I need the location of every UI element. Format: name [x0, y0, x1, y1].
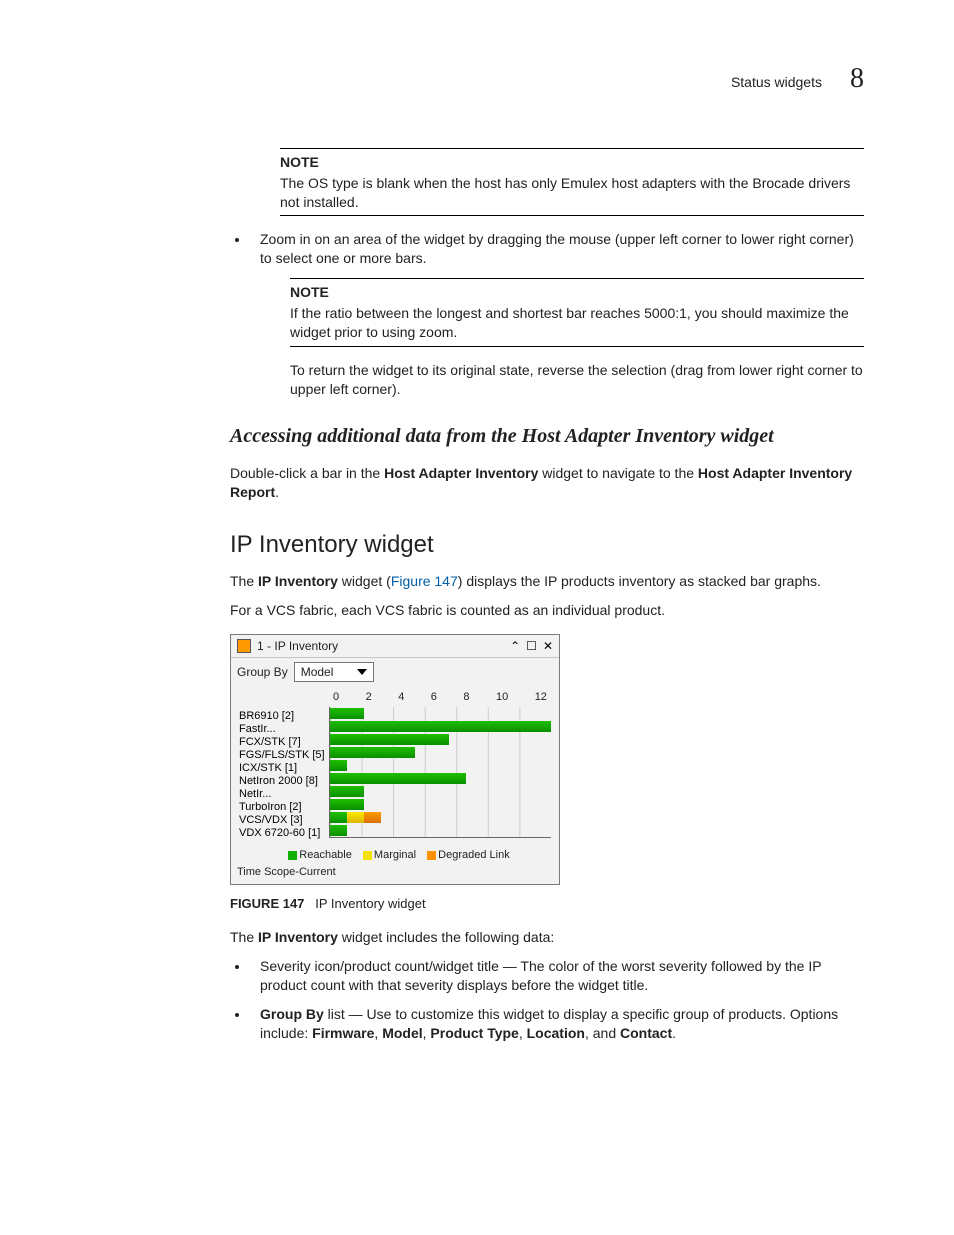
note-label: NOTE: [290, 283, 864, 302]
maximize-icon[interactable]: ☐: [526, 638, 537, 654]
bar-segment: [330, 773, 466, 784]
bar-row[interactable]: [330, 798, 551, 811]
page-header: Status widgets 8: [90, 60, 864, 98]
paragraph-return-state: To return the widget to its original sta…: [290, 361, 864, 399]
bar-row[interactable]: [330, 759, 551, 772]
bar-row[interactable]: [330, 772, 551, 785]
y-tick-label: ICX/STK [1]: [239, 762, 329, 775]
close-icon[interactable]: ✕: [543, 638, 553, 654]
group-by-label: Group By: [237, 664, 288, 680]
paragraph-accessing: Double-click a bar in the Host Adapter I…: [230, 464, 864, 502]
paragraph-vcs: For a VCS fabric, each VCS fabric is cou…: [230, 601, 864, 620]
collapse-icon[interactable]: ⌃: [510, 638, 520, 654]
bar-segment: [330, 799, 364, 810]
bar-segment: [330, 760, 347, 771]
x-axis-ticks: 0 2 4 6 8 10 12: [329, 690, 551, 705]
note-os-blank: NOTE The OS type is blank when the host …: [280, 148, 864, 217]
note-label: NOTE: [280, 153, 864, 172]
bar-row[interactable]: [330, 811, 551, 824]
chart-area[interactable]: BR6910 [2]FastIr...FCX/STK [7]FGS/FLS/ST…: [231, 686, 559, 844]
paragraph-ip-intro: The IP Inventory widget (Figure 147) dis…: [230, 572, 864, 591]
legend-swatch-reachable-icon: [288, 851, 297, 860]
y-tick-label: TurboIron [2]: [239, 801, 329, 814]
bar-row[interactable]: [330, 707, 551, 720]
x-tick: 12: [535, 690, 547, 705]
y-tick-label: VCS/VDX [3]: [239, 814, 329, 827]
figure-link[interactable]: Figure 147: [391, 573, 458, 589]
x-tick: 10: [496, 690, 508, 705]
bar-segment: [364, 812, 381, 823]
bar-segment: [330, 708, 364, 719]
chart-legend: Reachable Marginal Degraded Link: [231, 844, 559, 865]
widget-title: 1 - IP Inventory: [257, 638, 510, 654]
heading-ip-inventory: IP Inventory widget: [230, 529, 864, 561]
x-tick: 4: [398, 690, 404, 705]
x-tick: 0: [333, 690, 339, 705]
bar-segment: [347, 812, 364, 823]
legend-swatch-marginal-icon: [363, 851, 372, 860]
y-tick-label: FGS/FLS/STK [5]: [239, 749, 329, 762]
bar-row[interactable]: [330, 733, 551, 746]
bar-row[interactable]: [330, 824, 551, 837]
list-item: Group By list — Use to customize this wi…: [250, 1005, 864, 1043]
ip-inventory-widget: 1 - IP Inventory ⌃ ☐ ✕ Group By Model BR…: [230, 634, 560, 885]
y-tick-label: FCX/STK [7]: [239, 736, 329, 749]
group-by-dropdown[interactable]: Model: [294, 662, 374, 682]
bullet-zoom: Zoom in on an area of the widget by drag…: [250, 230, 864, 398]
note-body: If the ratio between the longest and sho…: [290, 304, 864, 342]
x-tick: 8: [463, 690, 469, 705]
bar-row[interactable]: [330, 785, 551, 798]
y-tick-label: BR6910 [2]: [239, 710, 329, 723]
y-tick-label: VDX 6720-60 [1]: [239, 827, 329, 840]
note-body: The OS type is blank when the host has o…: [280, 174, 864, 212]
y-tick-label: NetIron 2000 [8]: [239, 775, 329, 788]
bar-row[interactable]: [330, 746, 551, 759]
paragraph-after-figure: The IP Inventory widget includes the fol…: [230, 928, 864, 947]
figure-caption: FIGURE 147 IP Inventory widget: [230, 895, 864, 913]
bar-segment: [330, 812, 347, 823]
bullet-zoom-text: Zoom in on an area of the widget by drag…: [260, 231, 854, 266]
chapter-number: 8: [850, 60, 864, 98]
bar-segment: [330, 825, 347, 836]
y-tick-label: NetIr...: [239, 788, 329, 801]
bar-segment: [330, 734, 449, 745]
y-tick-label: FastIr...: [239, 723, 329, 736]
heading-accessing: Accessing additional data from the Host …: [230, 423, 864, 450]
bar-segment: [330, 721, 551, 732]
severity-swatch-icon: [237, 639, 251, 653]
bar-segment: [330, 786, 364, 797]
legend-swatch-degraded-icon: [427, 851, 436, 860]
x-tick: 6: [431, 690, 437, 705]
bar-segment: [330, 747, 415, 758]
section-title: Status widgets: [731, 73, 822, 92]
bar-row[interactable]: [330, 720, 551, 733]
y-axis-labels: BR6910 [2]FastIr...FCX/STK [7]FGS/FLS/ST…: [239, 690, 329, 840]
time-scope-label: Time Scope-Current: [231, 865, 559, 884]
list-item: Severity icon/product count/widget title…: [250, 957, 864, 995]
bars-region: [329, 707, 551, 838]
x-tick: 2: [366, 690, 372, 705]
widget-titlebar: 1 - IP Inventory ⌃ ☐ ✕: [231, 635, 559, 658]
